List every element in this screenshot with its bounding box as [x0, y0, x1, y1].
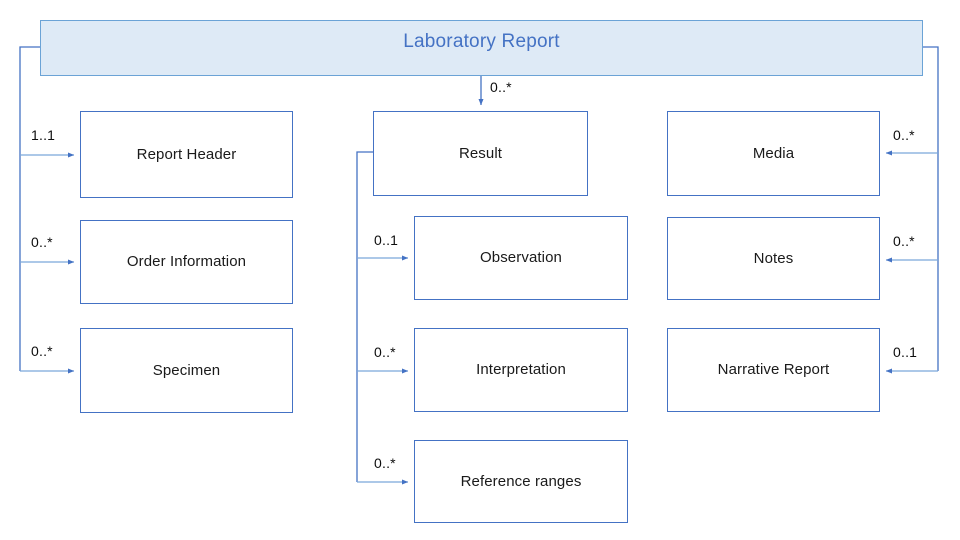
- edge-label-result-to-interpretation: 0..*: [374, 344, 396, 360]
- node-media[interactable]: Media: [667, 111, 880, 196]
- connector-root-to-right-column: [885, 46, 939, 374]
- node-interpretation[interactable]: Interpretation: [414, 328, 628, 412]
- node-order-information[interactable]: Order Information: [80, 220, 293, 304]
- edge-label-root-to-result: 0..*: [490, 79, 512, 95]
- edge-label-root-to-media: 0..*: [893, 127, 915, 143]
- node-label-order-information: Order Information: [126, 253, 247, 270]
- node-label-observation: Observation: [480, 249, 562, 266]
- node-specimen[interactable]: Specimen: [80, 328, 293, 413]
- connector-root-to-left-column: [19, 46, 75, 374]
- node-label-reference-ranges: Reference ranges: [460, 472, 582, 490]
- diagram-canvas: Laboratory Report Report Header Order In…: [0, 0, 960, 540]
- node-label-result: Result: [458, 144, 503, 162]
- node-notes[interactable]: Notes: [667, 217, 880, 300]
- node-result[interactable]: Result: [373, 111, 588, 196]
- edge-label-root-to-specimen: 0..*: [31, 343, 53, 359]
- node-label-report-header: Report Header: [136, 145, 237, 163]
- node-narrative-report[interactable]: Narrative Report: [667, 328, 880, 412]
- node-label-interpretation: Interpretation: [476, 361, 566, 378]
- edge-label-root-to-order-information: 0..*: [31, 234, 53, 250]
- connector-result-to-children: [356, 151, 409, 485]
- node-label-specimen: Specimen: [152, 361, 221, 379]
- node-observation[interactable]: Observation: [414, 216, 628, 300]
- node-label-notes: Notes: [753, 249, 794, 267]
- edge-label-root-to-report-header: 1..1: [31, 127, 56, 143]
- node-reference-ranges[interactable]: Reference ranges: [414, 440, 628, 523]
- edge-label-root-to-notes: 0..*: [893, 233, 915, 249]
- edge-label-result-to-reference-ranges: 0..*: [374, 455, 396, 471]
- node-label-laboratory-report: Laboratory Report: [403, 31, 560, 52]
- node-label-media: Media: [752, 144, 795, 162]
- node-report-header[interactable]: Report Header: [80, 111, 293, 198]
- edge-label-result-to-observation: 0..1: [374, 232, 399, 248]
- node-laboratory-report[interactable]: Laboratory Report: [40, 20, 923, 76]
- node-label-narrative-report: Narrative Report: [717, 361, 830, 378]
- edge-label-root-to-narrative-report: 0..1: [893, 344, 918, 360]
